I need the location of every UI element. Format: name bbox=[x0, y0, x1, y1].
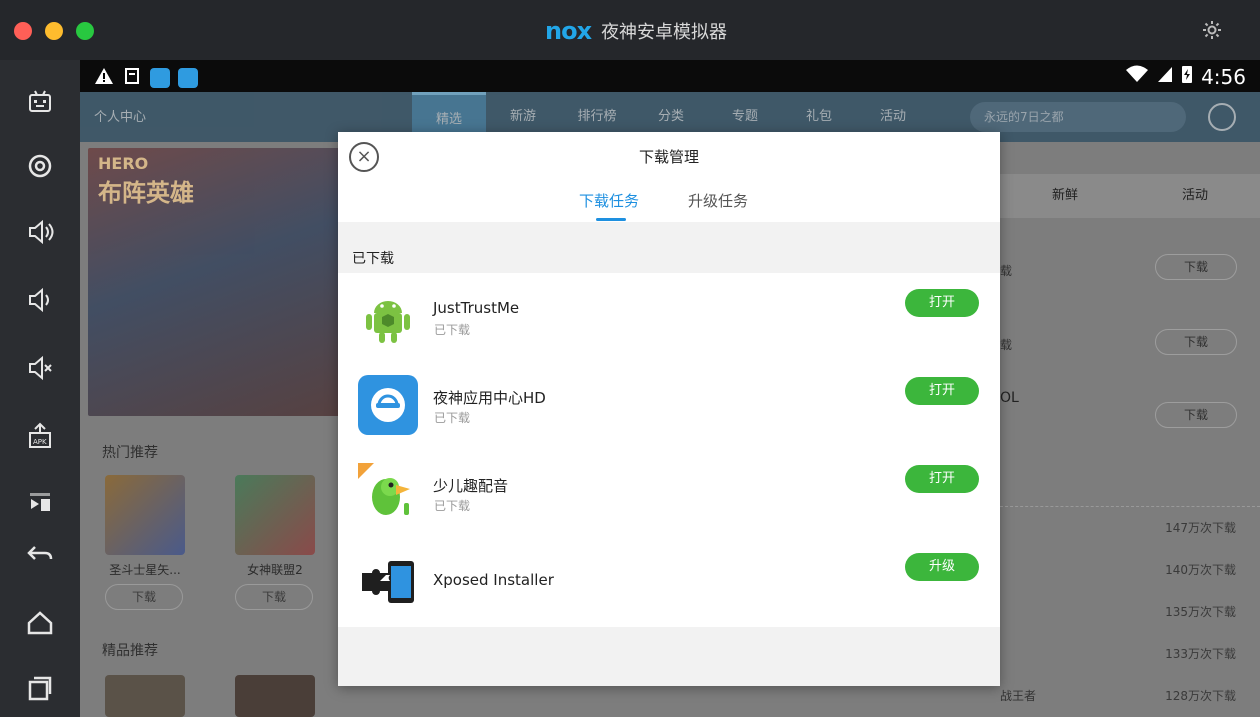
open-button[interactable]: 打开 bbox=[905, 289, 979, 317]
tab-download-tasks[interactable]: 下载任务 bbox=[579, 190, 639, 211]
download-count: 140万次下载 bbox=[1165, 563, 1236, 577]
game-card[interactable]: 女神联盟2 下载 bbox=[235, 475, 315, 610]
nox-logo: nox bbox=[545, 17, 592, 45]
download-manager-icon[interactable] bbox=[1208, 103, 1236, 131]
right-panel: 新鲜 活动 载 载 OL 下载 下载 下载 147万次下载 140万次下载 13… bbox=[1000, 174, 1260, 717]
signal-icon bbox=[1157, 64, 1173, 89]
warning-icon bbox=[94, 66, 114, 90]
battery-icon bbox=[1181, 64, 1193, 89]
app-name: 少儿趣配音 bbox=[433, 477, 509, 495]
maximize-window-button[interactable] bbox=[76, 22, 94, 40]
download-manager-dialog: × 下载管理 下载任务 升级任务 已下载 JustTrustMe 已下载 打开 … bbox=[338, 132, 1000, 686]
best-recommend-title: 精品推荐 bbox=[102, 643, 158, 659]
download-button[interactable]: 下载 bbox=[105, 584, 183, 610]
active-tab-indicator bbox=[596, 218, 626, 221]
app-name: JustTrustMe bbox=[433, 299, 520, 317]
status-time: 4:56 bbox=[1201, 64, 1246, 89]
download-count: 128万次下载 bbox=[1165, 689, 1236, 703]
download-count: 147万次下载 bbox=[1165, 521, 1236, 535]
app-name: Xposed Installer bbox=[433, 571, 554, 589]
app-brand: nox 夜神安卓模拟器 bbox=[545, 17, 728, 45]
search-input[interactable]: 永远的7日之都 bbox=[970, 102, 1186, 132]
download-button[interactable]: 下载 bbox=[1155, 254, 1237, 280]
wifi-icon bbox=[1125, 64, 1149, 89]
right-panel-tabs: 新鲜 活动 bbox=[1000, 174, 1260, 218]
hot-recommend-title: 热门推荐 bbox=[102, 445, 158, 461]
home-icon[interactable] bbox=[22, 604, 58, 640]
left-toolbar: APK bbox=[0, 60, 80, 717]
nox-app-center-icon bbox=[358, 375, 418, 435]
featured-banner[interactable]: HERO 布阵英雄 bbox=[88, 148, 344, 416]
svg-text:APK: APK bbox=[33, 438, 47, 446]
android-robot-icon bbox=[358, 287, 418, 347]
download-button[interactable]: 下载 bbox=[1155, 402, 1237, 428]
minimize-window-button[interactable] bbox=[45, 22, 63, 40]
download-count: 135万次下载 bbox=[1165, 605, 1236, 619]
apk-install-icon[interactable]: APK bbox=[22, 418, 58, 454]
downloaded-section-label: 已下载 bbox=[352, 251, 394, 267]
partial-text: 载 bbox=[1000, 264, 1013, 278]
back-icon[interactable] bbox=[22, 536, 58, 572]
open-button[interactable]: 打开 bbox=[905, 465, 979, 493]
close-window-button[interactable] bbox=[14, 22, 32, 40]
window-title: 夜神安卓模拟器 bbox=[601, 22, 728, 43]
game-card[interactable]: 圣斗士星矢... 下载 bbox=[105, 475, 185, 610]
app-status: 已下载 bbox=[434, 323, 471, 337]
download-count: 133万次下载 bbox=[1165, 647, 1236, 661]
game-thumb[interactable] bbox=[105, 675, 185, 717]
nox-app-icon bbox=[150, 68, 170, 88]
tab-fresh[interactable]: 新鲜 bbox=[1000, 174, 1130, 218]
keyboard-mapping-icon[interactable] bbox=[22, 84, 58, 120]
gear-icon[interactable] bbox=[1202, 20, 1222, 45]
list-item: 夜神应用中心HD 已下载 打开 bbox=[338, 361, 1000, 449]
puzzle-icon bbox=[358, 551, 418, 611]
rank-name: 战王者 bbox=[1000, 689, 1037, 703]
tab-upgrade-tasks[interactable]: 升级任务 bbox=[688, 190, 748, 211]
nox-app-icon bbox=[178, 68, 198, 88]
partial-text: OL bbox=[1000, 390, 1019, 406]
partial-text: 载 bbox=[1000, 338, 1013, 352]
app-status: 已下载 bbox=[434, 499, 471, 513]
title-bar: nox 夜神安卓模拟器 bbox=[0, 0, 1260, 60]
app-status: 已下载 bbox=[434, 411, 471, 425]
volume-down-icon[interactable] bbox=[22, 282, 58, 318]
recent-apps-icon[interactable] bbox=[22, 670, 58, 706]
list-item: 少儿趣配音 已下载 打开 bbox=[338, 449, 1000, 537]
nox-emulator-window: nox 夜神安卓模拟器 APK 4:56 个人中心 精选 新游 排行榜 分类 专… bbox=[0, 0, 1260, 717]
list-item: JustTrustMe 已下载 打开 bbox=[338, 273, 1000, 361]
app-name: 夜神应用中心HD bbox=[433, 389, 546, 407]
banner-title: HERO 布阵英雄 bbox=[98, 154, 194, 207]
user-center-link[interactable]: 个人中心 bbox=[94, 106, 146, 125]
game-thumb[interactable] bbox=[235, 675, 315, 717]
android-status-bar: 4:56 bbox=[80, 60, 1260, 92]
mute-icon[interactable] bbox=[22, 350, 58, 386]
divider bbox=[1000, 506, 1260, 507]
parrot-icon bbox=[358, 463, 418, 523]
dialog-header: × 下载管理 下载任务 升级任务 bbox=[338, 132, 1000, 222]
dialog-title: 下载管理 bbox=[638, 148, 699, 166]
tab-activity[interactable]: 活动 bbox=[1130, 174, 1260, 218]
upgrade-button[interactable]: 升级 bbox=[905, 553, 979, 581]
clipboard-icon bbox=[122, 66, 142, 90]
download-button[interactable]: 下载 bbox=[235, 584, 313, 610]
multi-instance-icon[interactable] bbox=[22, 484, 58, 520]
download-button[interactable]: 下载 bbox=[1155, 329, 1237, 355]
app-list: JustTrustMe 已下载 打开 夜神应用中心HD 已下载 打开 少儿趣配音… bbox=[338, 273, 1000, 627]
location-icon[interactable] bbox=[22, 148, 58, 184]
open-button[interactable]: 打开 bbox=[905, 377, 979, 405]
volume-up-icon[interactable] bbox=[22, 214, 58, 250]
list-item: Xposed Installer 升级 bbox=[338, 537, 1000, 625]
